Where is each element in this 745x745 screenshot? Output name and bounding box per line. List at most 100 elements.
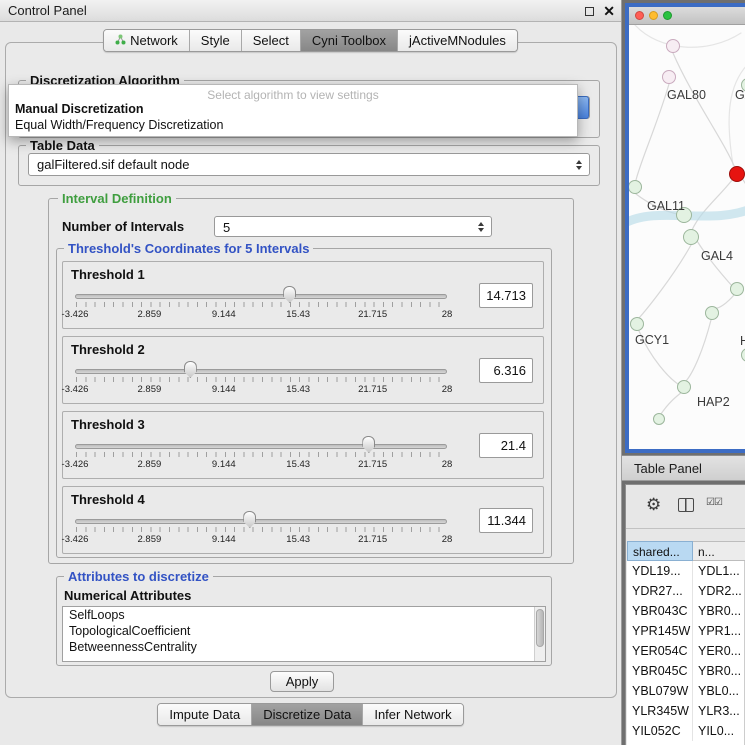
slider-track[interactable] — [75, 369, 447, 374]
tick-label: 21.715 — [358, 309, 387, 320]
table-cell: YPR1... — [693, 621, 745, 641]
attribute-item[interactable]: TopologicalCoefficient — [63, 623, 545, 639]
tab-style[interactable]: Style — [189, 30, 241, 51]
num-intervals-label: Number of Intervals — [62, 219, 184, 234]
table-cell: YBR043C — [627, 601, 693, 621]
table-row[interactable]: YBR043CYBR0... — [627, 601, 745, 621]
table-row[interactable]: YBL079WYBL0... — [627, 681, 745, 701]
num-intervals-select[interactable]: 5 — [214, 216, 492, 237]
table-cell: YLR3... — [693, 701, 745, 721]
tick-label: 9.144 — [212, 459, 236, 470]
slider-thumb[interactable] — [243, 511, 256, 528]
slider-thumb[interactable] — [362, 436, 375, 453]
threshold-value-field[interactable]: 11.344 — [479, 508, 533, 533]
network-canvas[interactable]: GAL80GAL11GAL4GCY1HAP2GAH — [629, 25, 745, 449]
graph-node[interactable] — [705, 306, 719, 320]
apply-button[interactable]: Apply — [270, 671, 334, 692]
threshold-slider[interactable]: -3.4262.8599.14415.4321.71528 — [75, 436, 447, 474]
tab-label: Cyni Toolbox — [312, 33, 386, 48]
graph-node[interactable] — [653, 413, 665, 425]
slider-track[interactable] — [75, 519, 447, 524]
tab-jactivemnodules[interactable]: jActiveMNodules — [397, 30, 517, 51]
tab-network[interactable]: Network — [104, 30, 189, 51]
combo-stepper-icon[interactable] — [576, 160, 582, 170]
combo-stepper-icon[interactable] — [478, 222, 484, 232]
attribute-item[interactable]: BetweennessCentrality — [63, 639, 545, 655]
threshold-slider[interactable]: -3.4262.8599.14415.4321.71528 — [75, 286, 447, 324]
algorithm-option[interactable]: Manual Discretization — [9, 101, 577, 117]
table-data-select[interactable]: galFiltered.sif default node — [28, 153, 590, 176]
tick-label: 2.859 — [138, 534, 162, 545]
graph-node[interactable] — [630, 317, 644, 331]
table-row[interactable]: YDR27...YDR2... — [627, 581, 745, 601]
numerical-attributes-label: Numerical Attributes — [64, 588, 191, 603]
float-window-icon[interactable] — [585, 7, 594, 16]
graph-node[interactable] — [666, 39, 680, 53]
threshold-value-field[interactable]: 6.316 — [479, 358, 533, 383]
threshold-panel: Threshold 3 -3.4262.8599.14415.4321.7152… — [62, 411, 544, 479]
tab-label: Network — [130, 33, 178, 48]
graph-node[interactable] — [677, 380, 691, 394]
slider-track[interactable] — [75, 444, 447, 449]
table-row[interactable]: YPR145WYPR1... — [627, 621, 745, 641]
top-tab-bar: Network StyleSelect Cyni Toolbox jActiveMNo… — [0, 29, 621, 52]
tick-label: 15.43 — [286, 384, 310, 395]
tick-label: 21.715 — [358, 534, 387, 545]
table-cell: YIL0... — [693, 721, 745, 741]
threshold-value-field[interactable]: 14.713 — [479, 283, 533, 308]
tick-label: -3.426 — [62, 459, 89, 470]
select-columns-icon[interactable]: ☑☑ — [706, 497, 722, 508]
slider-ticks — [76, 452, 446, 457]
tab-label: Infer Network — [374, 707, 451, 722]
threshold-panel: Threshold 1 -3.4262.8599.14415.4321.7152… — [62, 261, 544, 329]
slider-track[interactable] — [75, 294, 447, 299]
minimize-traffic-icon[interactable] — [649, 11, 658, 20]
gear-icon[interactable]: ⚙ — [646, 495, 661, 515]
bottom-tab-bar: Impute Data Discretize Data Infer Network — [0, 703, 621, 726]
tab-impute-data[interactable]: Impute Data — [158, 704, 251, 725]
tab-label: jActiveMNodules — [409, 33, 506, 48]
zoom-traffic-icon[interactable] — [663, 11, 672, 20]
table-row[interactable]: YLR345WYLR3... — [627, 701, 745, 721]
slider-thumb[interactable] — [283, 286, 296, 303]
tab-label: Discretize Data — [263, 707, 351, 722]
tick-label: 9.144 — [212, 309, 236, 320]
graph-node[interactable] — [730, 282, 744, 296]
graph-node[interactable] — [662, 70, 676, 84]
tab-select[interactable]: Select — [241, 30, 300, 51]
column-header-shared-name[interactable]: shared... — [627, 541, 693, 561]
tab-cyni-toolbox[interactable]: Cyni Toolbox — [300, 30, 397, 51]
attribute-item[interactable]: SelfLoops — [63, 607, 545, 623]
table-panel-title: Table Panel — [634, 461, 702, 476]
close-icon[interactable]: ✕ — [603, 0, 615, 22]
algorithm-option[interactable]: Equal Width/Frequency Discretization — [9, 117, 577, 133]
algorithm-hint: Select algorithm to view settings — [9, 85, 577, 101]
threshold-slider[interactable]: -3.4262.8599.14415.4321.71528 — [75, 511, 447, 549]
network-icon — [115, 33, 126, 48]
table-cell: YER054C — [627, 641, 693, 661]
slider-ticks — [76, 527, 446, 532]
graph-node[interactable] — [683, 229, 699, 245]
table-row[interactable]: YBR045CYBR0... — [627, 661, 745, 681]
slider-tick-labels: -3.4262.8599.14415.4321.71528 — [75, 534, 447, 545]
threshold-slider[interactable]: -3.4262.8599.14415.4321.71528 — [75, 361, 447, 399]
table-panel-header: Table Panel — [622, 455, 745, 481]
table-row[interactable]: YIL052CYIL0... — [627, 721, 745, 741]
tab-infer-network[interactable]: Infer Network — [362, 704, 462, 725]
attributes-list[interactable]: SelfLoopsTopologicalCoefficientBetweenne… — [62, 606, 546, 662]
threshold-label: Threshold 1 — [71, 267, 145, 282]
column-header-name[interactable]: n... — [693, 541, 745, 561]
table-row[interactable]: YER054CYER0... — [627, 641, 745, 661]
attributes-group-label: Attributes to discretize — [64, 569, 213, 584]
attributes-scrollbar[interactable] — [534, 607, 545, 661]
columns-icon[interactable] — [678, 498, 694, 512]
graph-node-label: GAL4 — [701, 249, 733, 263]
close-traffic-icon[interactable] — [635, 11, 644, 20]
threshold-value-field[interactable]: 21.4 — [479, 433, 533, 458]
slider-thumb[interactable] — [184, 361, 197, 378]
table-row[interactable]: YDL19...YDL1... — [627, 561, 745, 581]
control-panel-window: Control Panel ✕ NetworkStyleSelectCyni T… — [0, 0, 622, 745]
tick-label: -3.426 — [62, 309, 89, 320]
tab-discretize-data[interactable]: Discretize Data — [251, 704, 362, 725]
graph-node[interactable] — [729, 166, 745, 182]
